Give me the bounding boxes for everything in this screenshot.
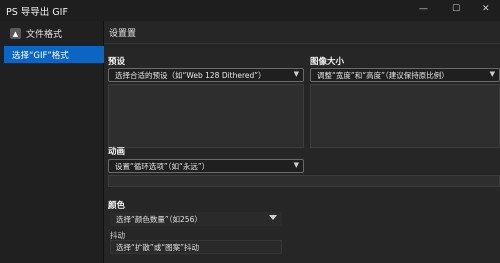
divider <box>104 43 500 44</box>
loop-options-dropdown[interactable]: 设置“循环选项”（如“永远”） ▼ <box>108 159 304 173</box>
sidebar: ▲ 文件格式 选择“GIF”格式 <box>0 21 104 263</box>
preset-dropdown[interactable]: 选择合适的预设（如“Web 128 Dithered”） ▼ <box>108 68 304 82</box>
collapse-icon[interactable]: ▲ <box>10 28 21 39</box>
image-size-panel <box>310 84 500 148</box>
chevron-down-icon: ▼ <box>489 70 495 78</box>
settings-panel: 设置置 预设 选择合适的预设（如“Web 128 Dithered”） ▼ 图像… <box>104 21 500 263</box>
maximize-button[interactable]: ☐ <box>452 3 460 15</box>
title-bar: PS 导导出 GIF — ☐ ✕ <box>0 0 500 21</box>
minimize-button[interactable]: — <box>419 3 428 15</box>
color-label: 颜色 <box>108 201 126 211</box>
loop-options-value: 设置“循环选项”（如“永远”） <box>115 161 210 171</box>
image-size-value: 调整“宽度”和“高度”（建议保持原比例） <box>317 70 449 80</box>
preset-preview-panel <box>108 84 304 148</box>
preset-label: 预设 <box>108 57 126 67</box>
preset-value: 选择合适的预设（如“Web 128 Dithered”） <box>115 70 266 80</box>
animation-panel <box>108 175 500 187</box>
close-button[interactable]: ✕ <box>482 3 490 15</box>
color-count-value: 选择“颜色数量”（如256） <box>116 214 202 224</box>
chevron-down-icon: ▼ <box>293 161 299 169</box>
chevron-down-icon: ▼ <box>293 70 299 78</box>
animation-label: 动画 <box>108 147 126 157</box>
page-title: 设置置 <box>109 29 137 39</box>
dither-value: 选择“扩散”或“图案”抖动 <box>116 242 200 252</box>
sidebar-item-label: 选择“GIF”格式 <box>12 50 69 61</box>
sidebar-header[interactable]: ▲ 文件格式 <box>10 27 62 40</box>
sidebar-header-label: 文件格式 <box>26 30 63 40</box>
image-size-dropdown[interactable]: 调整“宽度”和“高度”（建议保持原比例） ▼ <box>310 68 500 82</box>
color-count-select[interactable]: 选择“颜色数量”（如256） <box>110 212 282 226</box>
image-size-label: 图像大小 <box>310 57 345 67</box>
dither-field[interactable]: 选择“扩散”或“图案”抖动 <box>110 240 282 254</box>
sidebar-item-gif-format[interactable]: 选择“GIF”格式 <box>4 46 104 63</box>
window-title: PS 导导出 GIF <box>6 7 68 18</box>
triangle-down-icon <box>269 215 277 220</box>
